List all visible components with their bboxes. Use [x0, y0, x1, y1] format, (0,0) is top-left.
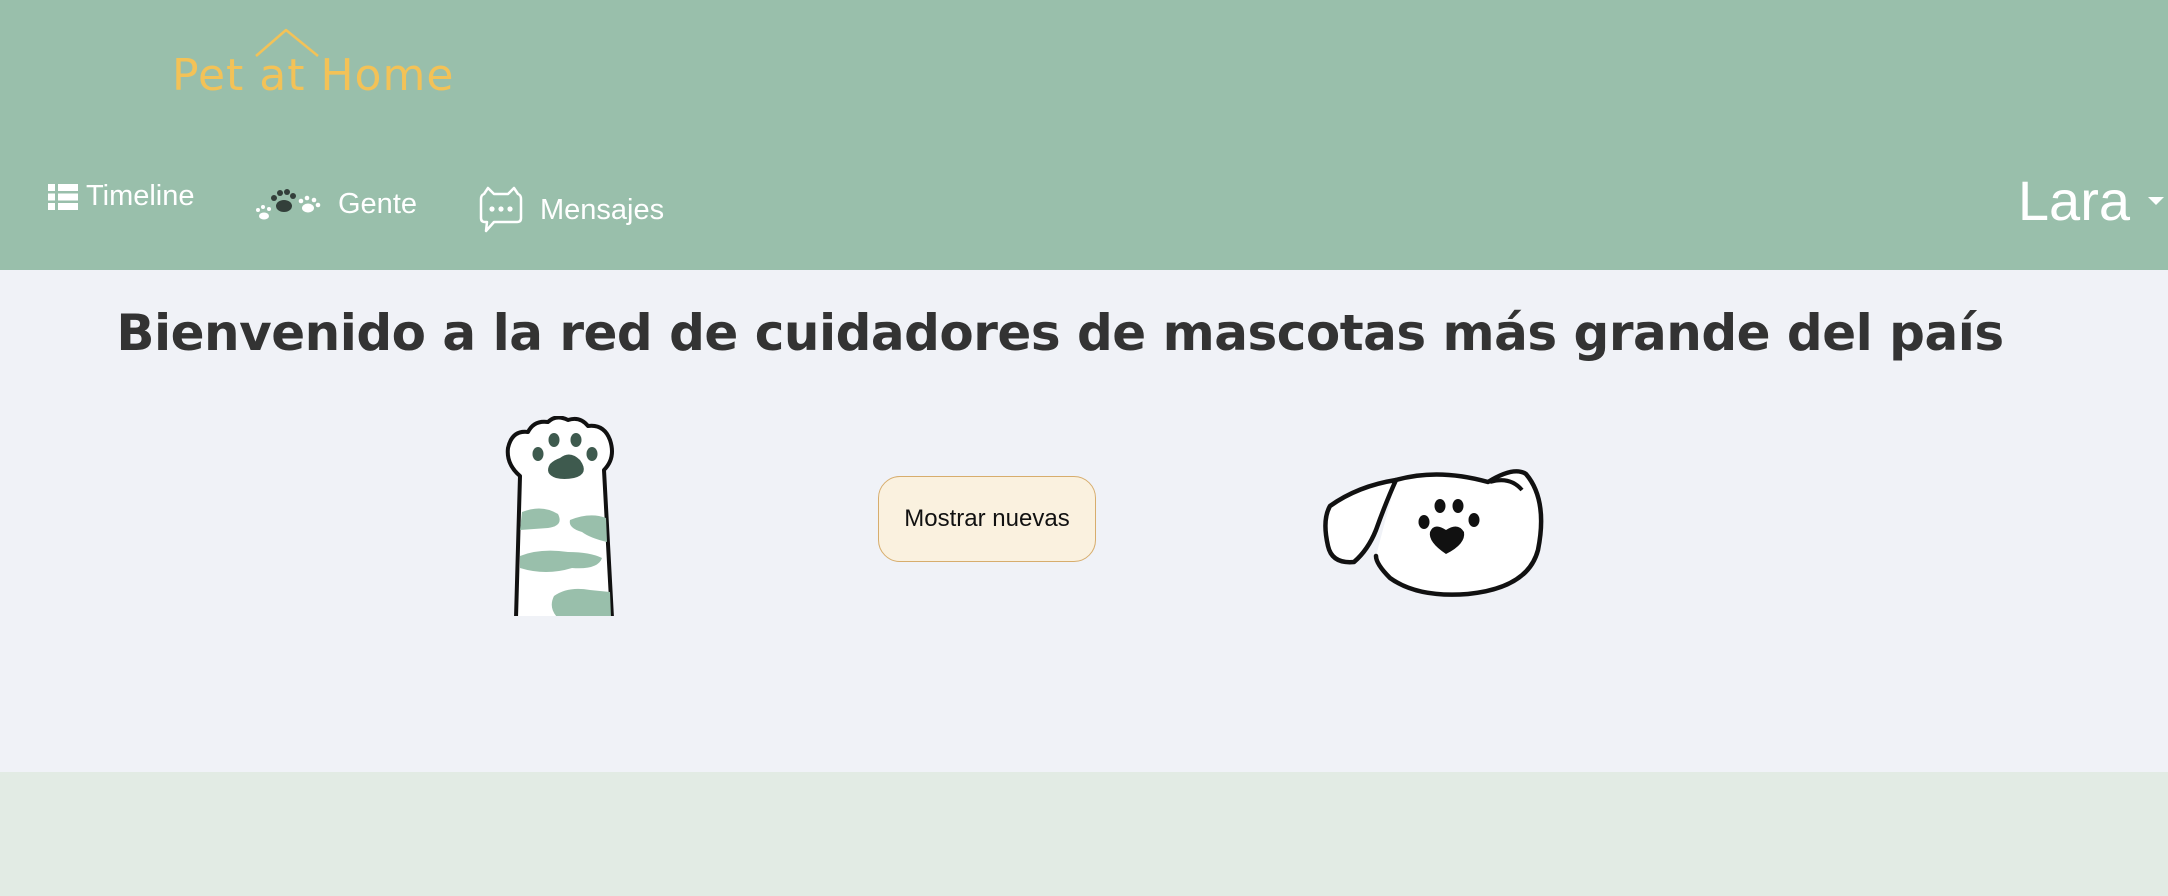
user-name: Lara — [2017, 169, 2130, 232]
page-title: Bienvenido a la red de cuidadores de mas… — [116, 304, 2004, 362]
nav-timeline[interactable]: Timeline — [48, 180, 195, 213]
nav-gente[interactable]: Gente — [254, 182, 417, 226]
nav-timeline-label: Timeline — [86, 180, 195, 212]
paws-icon — [256, 189, 321, 220]
dog-head-illustration — [1323, 469, 1544, 597]
nav-mensajes-label: Mensajes — [540, 193, 665, 226]
list-icon — [48, 183, 78, 210]
nav-mensajes[interactable]: Mensajes — [478, 184, 664, 236]
logo-text: Pet at Home — [172, 50, 455, 101]
cat-paw-illustration — [505, 416, 614, 616]
main-content: Bienvenido a la red de cuidadores de mas… — [0, 270, 2168, 772]
nav-gente-label: Gente — [338, 187, 417, 220]
logo[interactable]: Pet at Home — [172, 26, 462, 106]
chat-bubble-icon — [479, 186, 523, 233]
show-new-button[interactable]: Mostrar nuevas — [878, 476, 1096, 562]
caret-down-icon — [2148, 196, 2164, 205]
user-menu[interactable]: Lara — [2018, 168, 2168, 233]
top-navbar: Pet at Home Timeline Gente Mensajes Lara — [0, 0, 2168, 270]
